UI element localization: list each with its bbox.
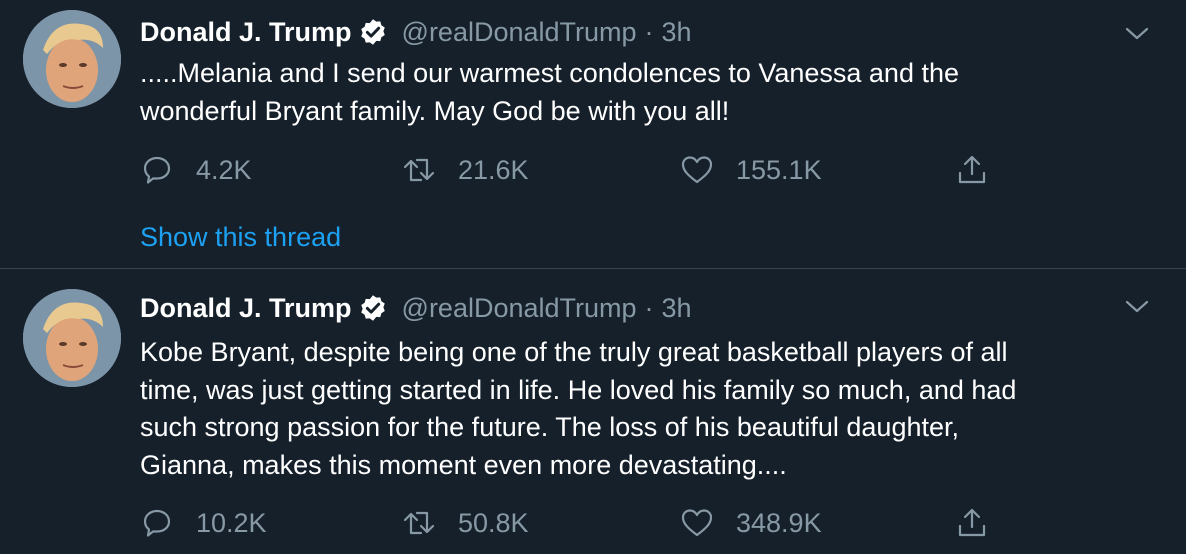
- share-upload-icon: [955, 153, 989, 187]
- heart-icon: [680, 153, 714, 187]
- comment-bubble-icon: [140, 506, 174, 540]
- author-name[interactable]: Donald J. Trump: [140, 17, 352, 48]
- retweet-icon: [402, 506, 436, 540]
- avatar[interactable]: [23, 10, 121, 108]
- reply-button[interactable]: 10.2K: [140, 505, 267, 541]
- retweet-button[interactable]: 50.8K: [402, 505, 529, 541]
- tweet-text: .....Melania and I send our warmest cond…: [140, 58, 959, 126]
- retweet-count: 50.8K: [458, 507, 529, 538]
- share-upload-icon: [955, 506, 989, 540]
- like-button[interactable]: 155.1K: [680, 152, 822, 188]
- retweet-count: 21.6K: [458, 154, 529, 185]
- verified-badge-icon: [358, 293, 388, 323]
- retweet-button[interactable]: 21.6K: [402, 152, 529, 188]
- tweet[interactable]: Donald J. Trump @realDonaldTrump · 3h Ko…: [0, 269, 1186, 554]
- avatar[interactable]: [23, 289, 121, 387]
- heart-icon: [680, 506, 714, 540]
- timestamp[interactable]: 3h: [662, 17, 692, 48]
- like-button[interactable]: 348.9K: [680, 505, 822, 541]
- separator-dot: ·: [644, 16, 654, 47]
- author-handle[interactable]: @realDonaldTrump: [402, 293, 637, 324]
- author-handle[interactable]: @realDonaldTrump: [402, 17, 637, 48]
- tweet-header: Donald J. Trump @realDonaldTrump · 3h: [140, 12, 692, 52]
- share-button[interactable]: [955, 152, 989, 188]
- share-button[interactable]: [955, 505, 989, 541]
- tweet[interactable]: Donald J. Trump @realDonaldTrump · 3h ..…: [0, 0, 1186, 269]
- separator-dot: ·: [644, 292, 654, 323]
- author-name[interactable]: Donald J. Trump: [140, 293, 352, 324]
- tweet-actions: 4.2K 21.6K 155.1K: [140, 152, 1040, 188]
- timestamp[interactable]: 3h: [662, 293, 692, 324]
- like-count: 348.9K: [736, 507, 822, 538]
- show-thread-link[interactable]: Show this thread: [140, 222, 341, 253]
- like-count: 155.1K: [736, 154, 822, 185]
- retweet-icon: [402, 153, 436, 187]
- reply-count: 4.2K: [196, 154, 252, 185]
- tweet-header: Donald J. Trump @realDonaldTrump · 3h: [140, 288, 692, 328]
- reply-button[interactable]: 4.2K: [140, 152, 252, 188]
- tweet-actions: 10.2K 50.8K 348.9K: [140, 505, 1040, 541]
- chevron-down-icon[interactable]: [1122, 22, 1152, 46]
- reply-count: 10.2K: [196, 507, 267, 538]
- verified-badge-icon: [358, 17, 388, 47]
- chevron-down-icon[interactable]: [1122, 295, 1152, 319]
- tweet-text: Kobe Bryant, despite being one of the tr…: [140, 337, 1017, 480]
- comment-bubble-icon: [140, 153, 174, 187]
